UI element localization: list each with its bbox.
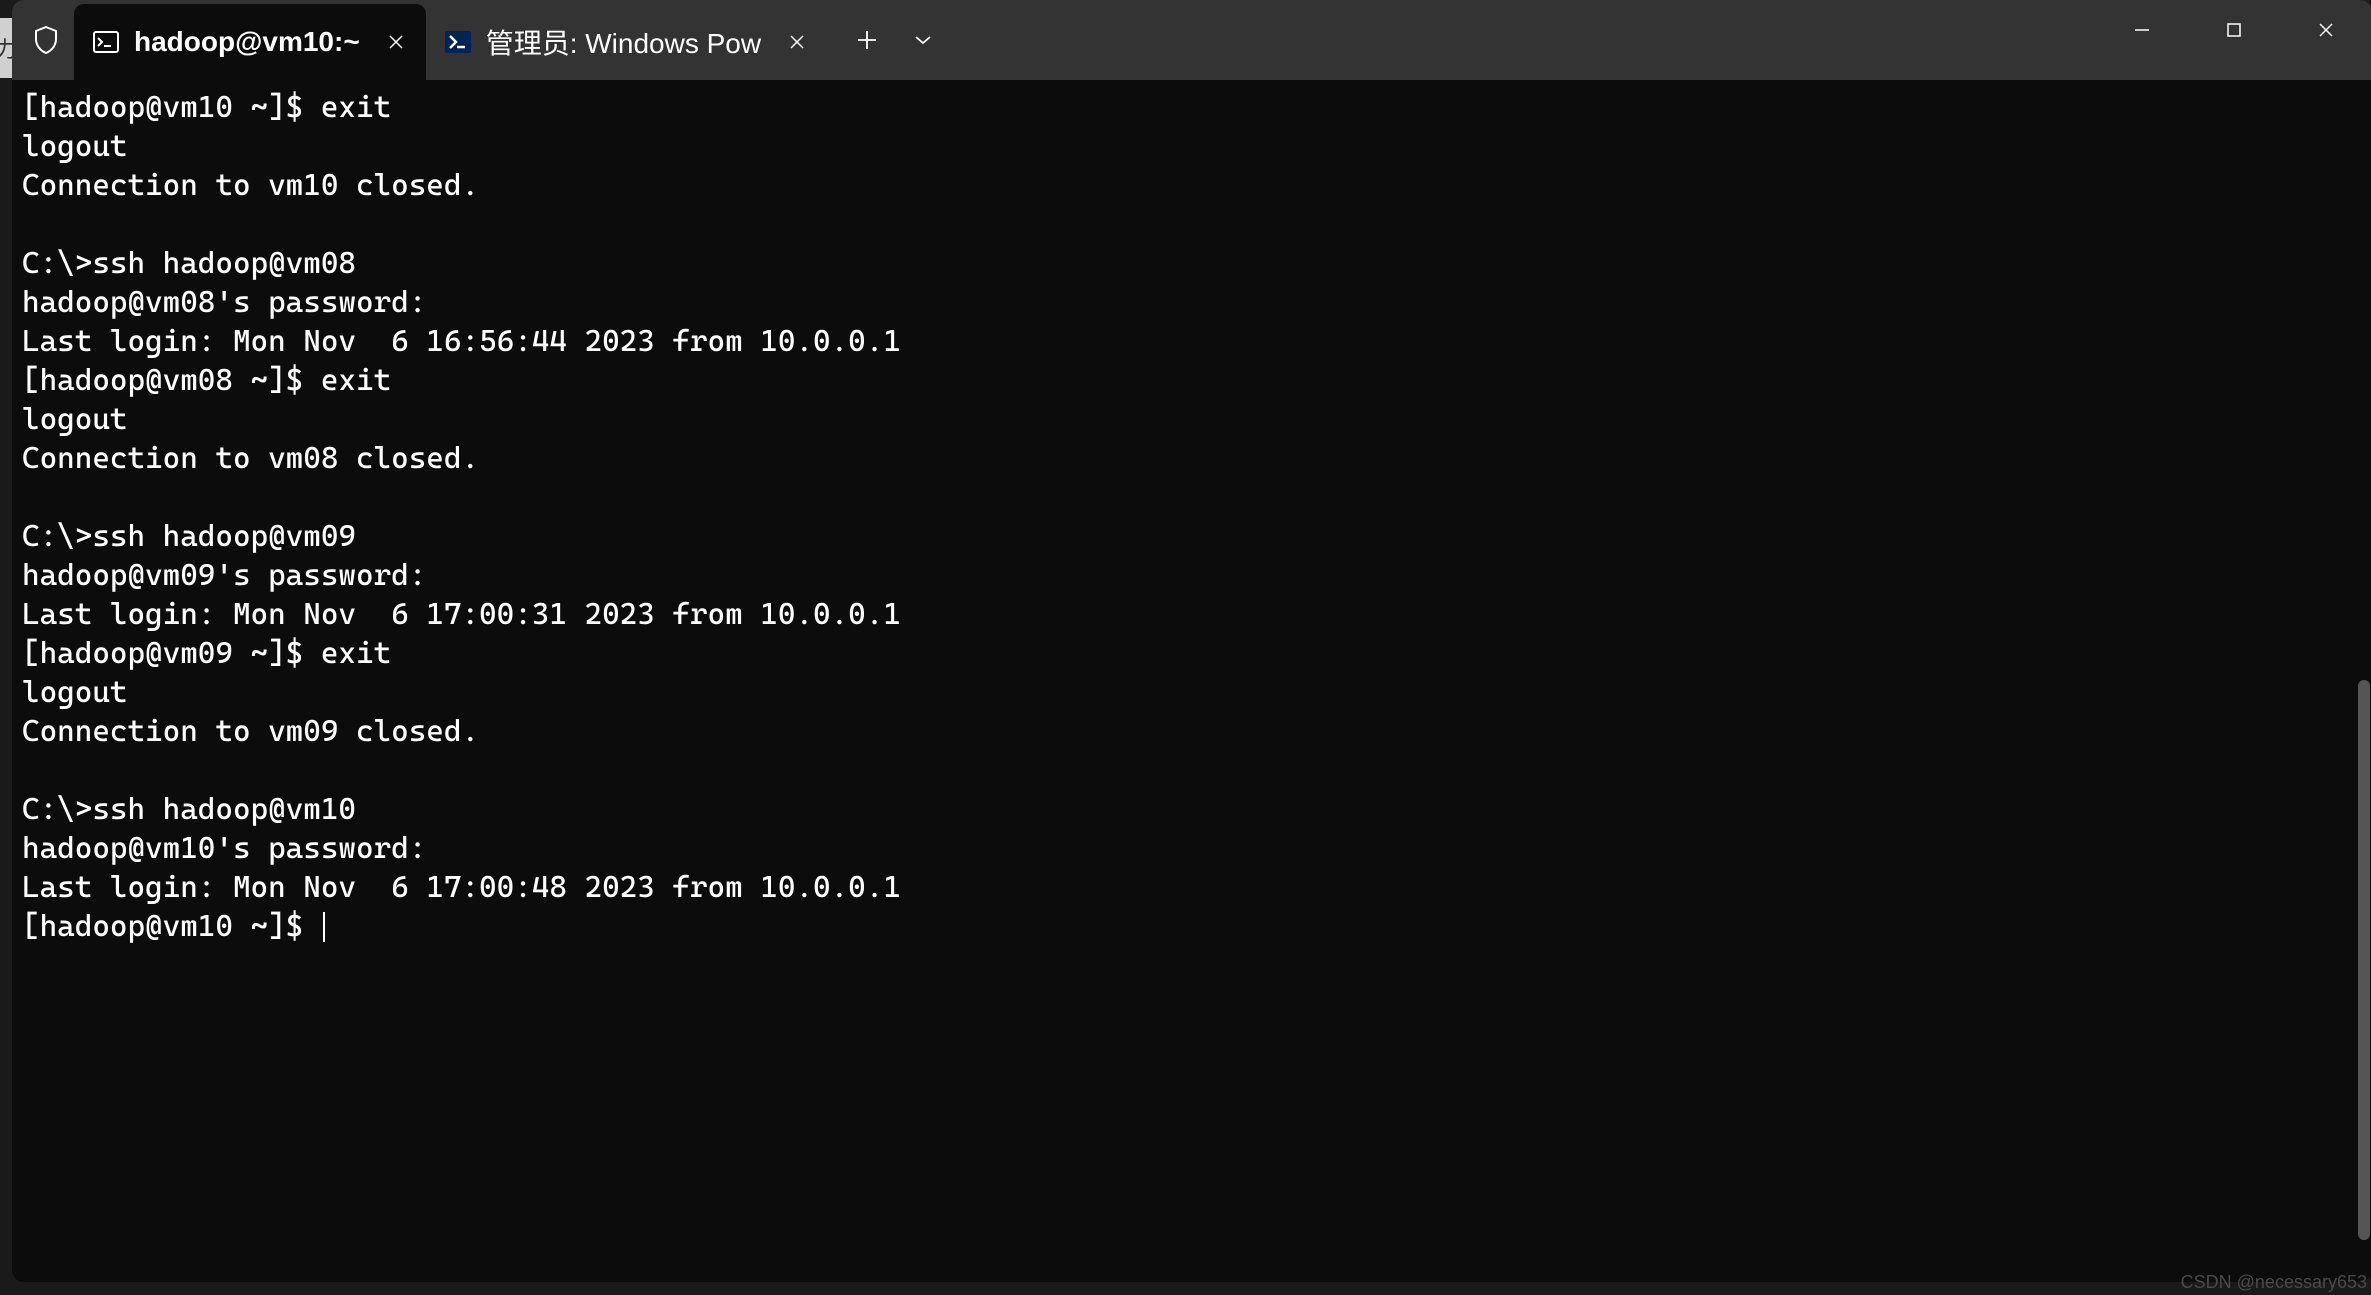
- terminal-cursor: [323, 912, 325, 942]
- titlebar[interactable]: hadoop@vm10:~ 管理员: Windows Pow: [12, 0, 2371, 80]
- minimize-button[interactable]: [2096, 0, 2188, 60]
- maximize-button[interactable]: [2188, 0, 2280, 60]
- scrollbar-thumb[interactable]: [2358, 680, 2370, 1240]
- terminal-output[interactable]: [hadoop@vm10 ~]$ exit logout Connection …: [12, 80, 2371, 1282]
- left-edge-fragment: 力: [0, 18, 12, 78]
- new-tab-button[interactable]: [839, 12, 895, 68]
- tab-hadoop-vm10[interactable]: hadoop@vm10:~: [74, 4, 426, 80]
- powershell-icon: [444, 28, 472, 56]
- tab-bar: hadoop@vm10:~ 管理员: Windows Pow: [74, 0, 827, 80]
- profile-dropdown-button[interactable]: [899, 12, 947, 68]
- tab-title: hadoop@vm10:~: [134, 26, 360, 58]
- watermark: CSDN @necessary653: [2181, 1272, 2367, 1293]
- terminal-window: hadoop@vm10:~ 管理员: Windows Pow: [12, 0, 2371, 1282]
- tab-close-button[interactable]: [783, 28, 811, 56]
- window-controls: [2096, 0, 2371, 60]
- tab-title: 管理员: Windows Pow: [486, 22, 761, 62]
- tab-powershell-admin[interactable]: 管理员: Windows Pow: [426, 4, 827, 80]
- shield-icon: [30, 24, 62, 56]
- tab-close-button[interactable]: [382, 28, 410, 56]
- terminal-icon: [92, 28, 120, 56]
- close-window-button[interactable]: [2280, 0, 2371, 60]
